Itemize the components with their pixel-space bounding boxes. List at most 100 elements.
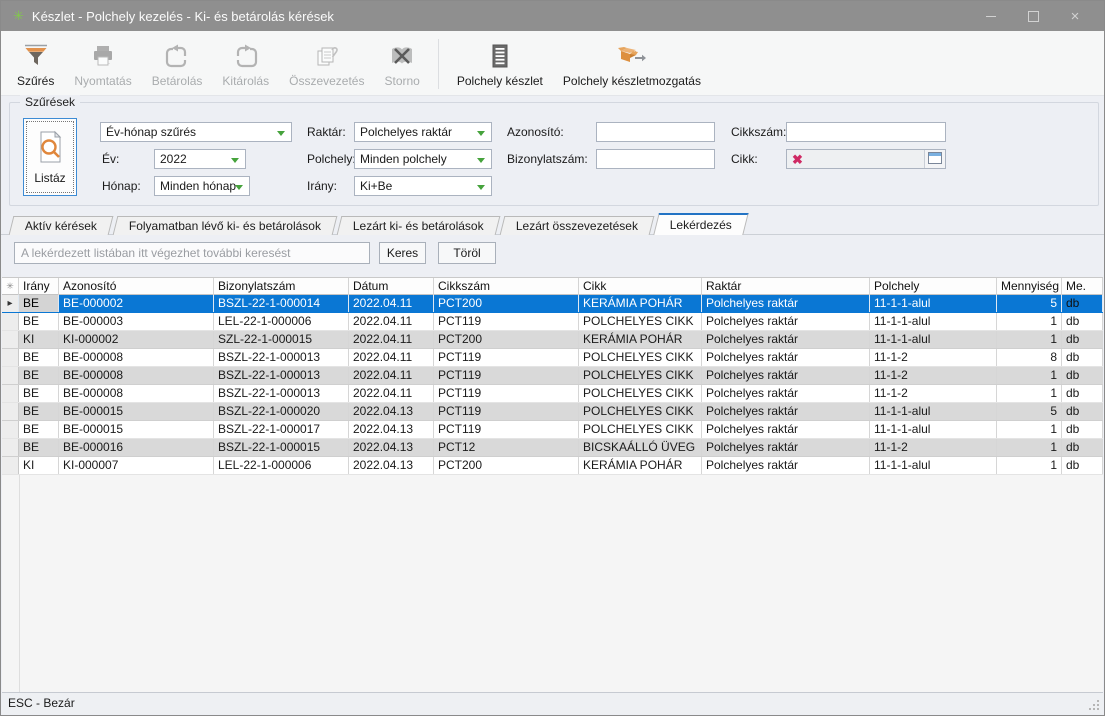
column-header-irany[interactable]: Irány — [19, 278, 59, 295]
table-row[interactable]: BEBE-000003LEL-22-1-0000062022.04.11PCT1… — [2, 313, 1103, 331]
filter-mode-combo[interactable]: Év-hónap szűrés — [100, 122, 292, 142]
cell-cikkszam: PCT119 — [434, 421, 579, 438]
store-in-button[interactable]: Betárolás — [142, 34, 213, 95]
column-header-cikk[interactable]: Cikk — [579, 278, 702, 295]
cell-irany: KI — [19, 457, 59, 474]
column-header-raktar[interactable]: Raktár — [702, 278, 870, 295]
tab-aktiv-keresek[interactable]: Aktív kérések — [9, 216, 114, 235]
tab-lekerdezes[interactable]: Lekérdezés — [653, 213, 749, 235]
arrow-into-box-icon — [163, 40, 191, 72]
maximize-button[interactable] — [1012, 1, 1054, 31]
cell-me: db — [1062, 367, 1103, 384]
polchely-combo[interactable]: Minden polchely — [354, 149, 492, 169]
table-row[interactable]: BEBE-000015BSZL-22-1-0000172022.04.13PCT… — [2, 421, 1103, 439]
column-header-mennyiseg[interactable]: Mennyiség — [997, 278, 1062, 295]
row-indicator — [2, 367, 19, 384]
tab-folyamatban-levo-ki-es-betarolasok[interactable]: Folyamatban lévő ki- és betárolások — [113, 216, 338, 235]
column-header-polchely[interactable]: Polchely — [870, 278, 997, 295]
bizonylatszam-input[interactable] — [596, 149, 715, 169]
search-input[interactable] — [14, 242, 370, 264]
row-indicator — [2, 313, 19, 330]
listaz-button[interactable]: Listáz — [23, 118, 77, 196]
toolbar-separator — [438, 39, 439, 89]
status-bar: ESC - Bezár — [2, 692, 1103, 714]
grid-header: ✳ IrányAzonosítóBizonylatszámDátumCikksz… — [2, 277, 1103, 295]
table-row[interactable]: ▸BEBE-000002BSZL-22-1-0000142022.04.11PC… — [2, 295, 1103, 313]
column-header-bizonylatszam[interactable]: Bizonylatszám — [214, 278, 349, 295]
resize-grip-icon[interactable] — [1097, 708, 1099, 710]
stock-move-button[interactable]: Polchely készletmozgatás — [553, 34, 711, 95]
filter-button[interactable]: Szűrés — [7, 34, 64, 95]
cell-bizonylatszam: BSZL-22-1-000020 — [214, 403, 349, 420]
keres-button[interactable]: Keres — [379, 242, 426, 264]
toolbar-button-label: Storno — [384, 74, 419, 88]
cell-raktar: Polchelyes raktár — [702, 421, 870, 438]
merge-button[interactable]: Összevezetés — [279, 34, 374, 95]
table-row[interactable]: BEBE-000008BSZL-22-1-0000132022.04.11PCT… — [2, 349, 1103, 367]
book-cross-icon — [388, 40, 416, 72]
table-row[interactable]: KIKI-000007LEL-22-1-0000062022.04.13PCT2… — [2, 457, 1103, 475]
tab-label: Folyamatban lévő ki- és betárolások — [129, 219, 321, 233]
status-text: ESC - Bezár — [8, 696, 75, 710]
cell-bizonylatszam: BSZL-22-1-000013 — [214, 367, 349, 384]
table-row[interactable]: BEBE-000015BSZL-22-1-0000202022.04.13PCT… — [2, 403, 1103, 421]
cell-me: db — [1062, 295, 1103, 312]
column-header-azonosito[interactable]: Azonosító — [59, 278, 214, 295]
raktar-combo[interactable]: Polchelyes raktár — [354, 122, 492, 142]
window-title: Készlet - Polchely kezelés - Ki- és betá… — [32, 9, 334, 24]
storno-button[interactable]: Storno — [374, 34, 429, 95]
torol-button[interactable]: Töröl — [438, 242, 496, 264]
ev-combo[interactable]: 2022 — [154, 149, 246, 169]
print-button[interactable]: Nyomtatás — [64, 34, 141, 95]
minimize-button[interactable] — [970, 1, 1012, 31]
cell-me: db — [1062, 421, 1103, 438]
row-indicator — [2, 331, 19, 348]
red-x-icon[interactable]: ✖ — [792, 153, 803, 166]
cell-bizonylatszam: BSZL-22-1-000013 — [214, 349, 349, 366]
table-row[interactable]: KIKI-000002SZL-22-1-0000152022.04.11PCT2… — [2, 331, 1103, 349]
cell-polchely: 11-1-1-alul — [870, 313, 997, 330]
row-indicator — [2, 403, 19, 420]
cell-raktar: Polchelyes raktár — [702, 331, 870, 348]
cell-datum: 2022.04.13 — [349, 457, 434, 474]
cikk-lookup-button[interactable] — [924, 150, 945, 168]
ev-label: Év: — [102, 149, 119, 169]
cikk-lookup-field[interactable]: ✖ — [786, 149, 946, 169]
table-row[interactable]: BEBE-000008BSZL-22-1-0000132022.04.11PCT… — [2, 385, 1103, 403]
cell-raktar: Polchelyes raktár — [702, 457, 870, 474]
store-out-button[interactable]: Kitárolás — [212, 34, 279, 95]
cell-cikkszam: PCT200 — [434, 295, 579, 312]
column-header-cikkszam[interactable]: Cikkszám — [434, 278, 579, 295]
cell-cikkszam: PCT200 — [434, 457, 579, 474]
column-header-me[interactable]: Me. — [1062, 278, 1103, 295]
table-row[interactable]: BEBE-000016BSZL-22-1-0000152022.04.13PCT… — [2, 439, 1103, 457]
tab-strip: Aktív kérések Folyamatban lévő ki- és bet… — [1, 213, 1104, 235]
cell-cikk: POLCHELYES CIKK — [579, 349, 702, 366]
cell-me: db — [1062, 313, 1103, 330]
tab-lezart-osszevezetesek[interactable]: Lezárt összevezetések — [499, 216, 654, 235]
tab-lezart-ki-es-betarolasok[interactable]: Lezárt ki- és betárolások — [337, 216, 500, 235]
row-indicator — [2, 385, 19, 402]
irany-combo[interactable]: Ki+Be — [354, 176, 492, 196]
table-row[interactable]: BEBE-000008BSZL-22-1-0000132022.04.11PCT… — [2, 367, 1103, 385]
cikkszam-input[interactable] — [786, 122, 946, 142]
cell-cikk: POLCHELYES CIKK — [579, 403, 702, 420]
close-button[interactable]: × — [1054, 1, 1096, 31]
cell-bizonylatszam: BSZL-22-1-000014 — [214, 295, 349, 312]
honap-combo[interactable]: Minden hónap — [154, 176, 250, 196]
azonosito-label: Azonosító: — [507, 122, 564, 142]
filter-funnel-icon — [22, 40, 50, 72]
cell-cikk: POLCHELYES CIKK — [579, 367, 702, 384]
shelf-stock-button[interactable]: Polchely készlet — [447, 34, 553, 95]
cell-cikk: KERÁMIA POHÁR — [579, 457, 702, 474]
raktar-label: Raktár: — [307, 122, 346, 142]
column-header-datum[interactable]: Dátum — [349, 278, 434, 295]
cell-polchely: 11-1-1-alul — [870, 331, 997, 348]
cell-datum: 2022.04.13 — [349, 421, 434, 438]
cell-datum: 2022.04.11 — [349, 367, 434, 384]
grid-empty-area — [2, 475, 1103, 692]
cell-me: db — [1062, 349, 1103, 366]
cell-cikk: KERÁMIA POHÁR — [579, 331, 702, 348]
azonosito-input[interactable] — [596, 122, 715, 142]
cell-cikkszam: PCT119 — [434, 313, 579, 330]
